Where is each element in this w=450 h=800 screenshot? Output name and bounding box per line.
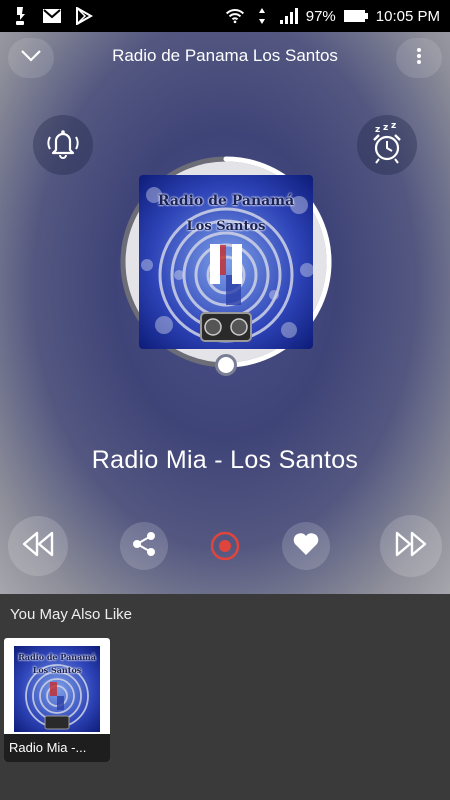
- artwork-title-line1: Radio de Panamá: [157, 193, 295, 209]
- suggestion-label: Radio Mia -...: [4, 734, 110, 762]
- data-arrows-icon: [252, 6, 272, 26]
- top-bar: Radio de Panama Los Santos: [0, 32, 450, 84]
- svg-text:z: z: [383, 123, 388, 133]
- suggestion-artwork: Radio de Panamá Los Santos: [14, 646, 100, 732]
- share-icon: [131, 531, 157, 562]
- suggestions-heading: You May Also Like: [10, 606, 133, 623]
- alarm-clock-zzz-icon: z z z: [367, 121, 407, 170]
- progress-knob[interactable]: [215, 354, 237, 376]
- signal-icon: [279, 6, 299, 26]
- pause-icon: [206, 244, 246, 290]
- previous-button[interactable]: [8, 516, 68, 576]
- record-button[interactable]: [208, 529, 242, 563]
- fast-forward-icon: [394, 530, 428, 563]
- rewind-icon: [21, 530, 55, 563]
- battery-percent: 97%: [305, 7, 336, 25]
- record-icon: [208, 531, 242, 567]
- battery-icon: [343, 6, 369, 26]
- svg-text:z: z: [391, 121, 396, 131]
- next-button[interactable]: [380, 515, 442, 577]
- bell-icon: [43, 123, 83, 168]
- station-name: Radio Mia - Los Santos: [91, 446, 359, 474]
- suggestion-card[interactable]: Radio de Panamá Los Santos Radio Mia -..…: [4, 638, 110, 762]
- gmail-icon: [42, 6, 62, 26]
- favorite-button[interactable]: [282, 522, 330, 570]
- artwork-disc[interactable]: Radio de Panamá Los Santos: [116, 152, 336, 376]
- status-bar: 97% 10:05 PM: [0, 0, 450, 32]
- collapse-button[interactable]: [8, 38, 54, 78]
- suggestions-section: You May Also Like Radio de Panamá Los Sa…: [0, 594, 450, 800]
- pause-button[interactable]: [206, 242, 246, 291]
- suggestion-art-line1: Radio de Panamá: [18, 652, 96, 662]
- page-title: Radio de Panama Los Santos: [112, 46, 338, 65]
- suggestion-art-line2: Los Santos: [32, 665, 82, 675]
- heart-icon: [292, 531, 320, 562]
- station-artwork: Radio de Panamá Los Santos: [139, 175, 313, 349]
- svg-text:z: z: [375, 125, 380, 135]
- more-vert-icon: [416, 47, 422, 70]
- status-time: 10:05 PM: [375, 7, 440, 25]
- play-store-icon: [74, 6, 94, 26]
- notification-icon: [10, 6, 30, 26]
- chevron-down-icon: [20, 49, 42, 68]
- artwork-title-line2: Los Santos: [186, 219, 266, 234]
- wifi-icon: [225, 6, 245, 26]
- alarm-button[interactable]: [33, 115, 93, 175]
- menu-button[interactable]: [396, 38, 442, 78]
- sleep-timer-button[interactable]: z z z: [357, 115, 417, 175]
- player-panel: Radio de Panama Los Santos z z z Radio d…: [0, 32, 450, 594]
- share-button[interactable]: [120, 522, 168, 570]
